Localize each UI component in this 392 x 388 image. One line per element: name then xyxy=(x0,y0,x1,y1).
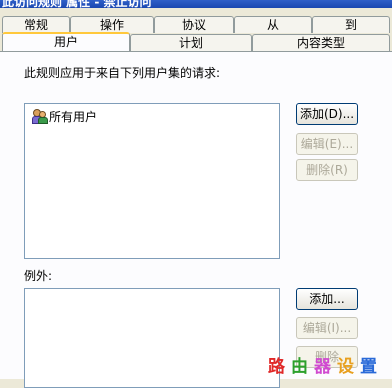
watermark: 路由器设置 xyxy=(268,357,383,377)
window-title: 此访问规则 属性 - 禁止访问 xyxy=(2,0,152,8)
tab-users[interactable]: 用户 xyxy=(2,32,130,51)
apply-to-label: 此规则应用于来自下列用户集的请求: xyxy=(24,66,221,80)
tab-action[interactable]: 操作 xyxy=(70,16,154,33)
tab-schedule[interactable]: 计划 xyxy=(130,34,252,51)
window-titlebar: 此访问规则 属性 - 禁止访问 xyxy=(0,0,392,8)
user-group-icon xyxy=(32,109,48,124)
tab-general[interactable]: 常规 xyxy=(2,16,70,33)
tab-panel-users: 此规则应用于来自下列用户集的请求: 所有用户 添加(D)... 编辑(E)...… xyxy=(0,51,392,388)
exceptions-listbox[interactable] xyxy=(24,288,280,388)
exceptions-label: 例外: xyxy=(24,269,53,283)
tab-to[interactable]: 到 xyxy=(312,16,390,33)
edit-exception-button[interactable]: 编辑(I)... xyxy=(296,317,358,339)
tab-from[interactable]: 从 xyxy=(234,16,312,33)
edit-user-button[interactable]: 编辑(E)... xyxy=(296,133,358,155)
list-item-all-users[interactable]: 所有用户 xyxy=(32,108,97,124)
add-exception-button[interactable]: 添加... xyxy=(296,288,358,310)
users-listbox[interactable]: 所有用户 xyxy=(24,103,280,259)
remove-user-button[interactable]: 删除(R) xyxy=(296,159,358,181)
list-item-label: 所有用户 xyxy=(49,109,98,124)
add-user-button[interactable]: 添加(D)... xyxy=(296,103,358,125)
tab-protocol[interactable]: 协议 xyxy=(154,16,234,33)
tab-content-type[interactable]: 内容类型 xyxy=(252,34,390,51)
